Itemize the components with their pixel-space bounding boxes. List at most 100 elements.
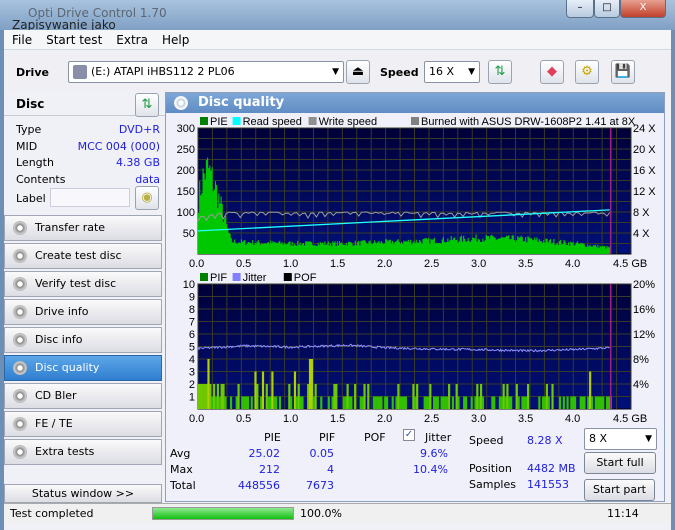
x-tick-label: 2.0 (377, 413, 392, 425)
chevron-down-icon: ▼ (645, 434, 652, 444)
pif-bar (521, 396, 524, 409)
row-key: Length (16, 156, 54, 169)
y-tick-label: 3 (189, 367, 195, 379)
pif-bar (269, 396, 272, 409)
pif-bar (525, 396, 528, 409)
disc-icon-button[interactable]: ◉ (135, 186, 159, 210)
test-speed-select[interactable]: 8 X ▼ (584, 428, 657, 450)
y-tick-label: 250 (177, 144, 195, 156)
title-bar: Opti Drive Control 1.70 Zapisywanie jako… (0, 0, 675, 32)
pif-bar (508, 396, 511, 409)
legend-swatch (308, 117, 317, 125)
pif-bar (299, 396, 302, 409)
sidebar-item-create-test-disc[interactable]: Create test disc (4, 243, 162, 269)
start-full-button[interactable]: Start full (584, 452, 656, 474)
pif-bar (500, 396, 503, 409)
pif-bar (558, 396, 562, 409)
minimize-button[interactable]: – (566, 0, 594, 18)
sidebar-item-drive-info[interactable]: Drive info (4, 299, 162, 325)
stat-label: Avg (170, 447, 191, 460)
drive-icon (73, 65, 87, 79)
pif-bar (201, 384, 204, 409)
pif-bar (229, 396, 233, 409)
sidebar-item-label: Disc info (35, 333, 83, 346)
pif-bar (222, 384, 225, 409)
speed-select[interactable]: 16 X ▼ (424, 61, 480, 83)
pif-bar (214, 396, 218, 409)
pif-bar (444, 396, 447, 409)
sidebar-item-disc-quality[interactable]: Disc quality (4, 355, 162, 381)
pif-bar (203, 384, 206, 409)
refresh-button[interactable]: ⇅ (488, 60, 512, 84)
pif-bar (198, 384, 201, 409)
erase-button[interactable]: ◆ (540, 60, 564, 84)
start-part-button[interactable]: Start part (584, 479, 655, 501)
disc-contents-row: Contents data (16, 173, 160, 186)
pif-bar (374, 396, 377, 409)
sidebar-item-label: Disc quality (35, 361, 100, 374)
pif-bar (218, 396, 221, 409)
sidebar-item-transfer-rate[interactable]: Transfer rate (4, 215, 162, 241)
pif-bar (331, 396, 334, 409)
menu-help[interactable]: Help (154, 30, 195, 47)
sidebar-item-extra-tests[interactable]: Extra tests (4, 439, 162, 465)
y2-tick-label: 20 X (633, 144, 656, 156)
pif-bar (310, 359, 313, 409)
x-tick-label: 1.5 (330, 413, 345, 425)
y2-tick-label: 4 X (633, 228, 650, 240)
pif-bar (361, 396, 364, 409)
menu-extra[interactable]: Extra (108, 30, 154, 47)
pif-bar (476, 384, 479, 409)
pif-bar (440, 396, 443, 409)
pif-bar (600, 396, 603, 409)
close-button[interactable]: X (620, 0, 666, 18)
pif-bar (288, 384, 291, 409)
pif-bar (267, 396, 270, 409)
progress-text: 100.0% (300, 507, 342, 520)
sidebar-item-disc-info[interactable]: Disc info (4, 327, 162, 353)
pif-bar (583, 396, 586, 409)
maximize-button[interactable]: □ (594, 0, 620, 18)
pif-bar (464, 396, 468, 409)
legend-swatch (283, 273, 292, 281)
position-value: 4482 MB (527, 462, 576, 475)
menu-bar: File Start test Extra Help (4, 30, 671, 50)
y-tick-label: 150 (177, 186, 195, 198)
pif-bar (589, 371, 592, 409)
sidebar-item-verify-test-disc[interactable]: Verify test disc (4, 271, 162, 297)
disc-refresh-button[interactable]: ⇅ (135, 93, 159, 117)
panel-title: Disc quality (198, 95, 285, 110)
jitter-checkbox[interactable]: ✓ (403, 429, 415, 441)
pif-bar (391, 396, 394, 409)
x-tick-label: 2.5 (424, 258, 439, 270)
x-tick-label: 4.5 GB (613, 258, 647, 270)
pif-bar (376, 396, 379, 409)
stat-pie: 448556 (238, 479, 280, 492)
drive-select[interactable]: (E:) ATAPI iHBS112 2 PL06 ▼ (68, 61, 344, 83)
label-input[interactable] (50, 188, 130, 207)
save-button[interactable]: 💾 (611, 60, 635, 84)
pif-bar (256, 384, 259, 409)
y-tick-label: 300 (177, 123, 195, 135)
pif-bar (216, 384, 219, 409)
menu-start-test[interactable]: Start test (38, 30, 108, 47)
menu-file[interactable]: File (4, 30, 38, 47)
eject-button[interactable]: ⏏ (346, 60, 370, 84)
pif-bar (527, 384, 530, 409)
disc-icon (174, 96, 188, 110)
y-tick-label: 100 (177, 207, 195, 219)
pif-bar (213, 384, 216, 409)
status-window-button[interactable]: Status window >> (4, 484, 162, 503)
toolbar: Drive (E:) ATAPI iHBS112 2 PL06 ▼ ⏏ Speed… (4, 52, 671, 92)
settings-button[interactable]: ⚙ (575, 60, 599, 84)
pif-bar (246, 396, 250, 409)
sidebar-item-fe-te[interactable]: FE / TE (4, 411, 162, 437)
x-tick-label: 0.0 (189, 413, 204, 425)
speed-value: 16 X (429, 65, 455, 78)
legend-swatch (200, 117, 208, 125)
pif-bar (308, 359, 312, 409)
pif-bar (493, 396, 496, 409)
pif-bar (523, 396, 526, 409)
sidebar-item-label: Transfer rate (35, 221, 106, 234)
sidebar-item-cd-bler[interactable]: CD Bler (4, 383, 162, 409)
